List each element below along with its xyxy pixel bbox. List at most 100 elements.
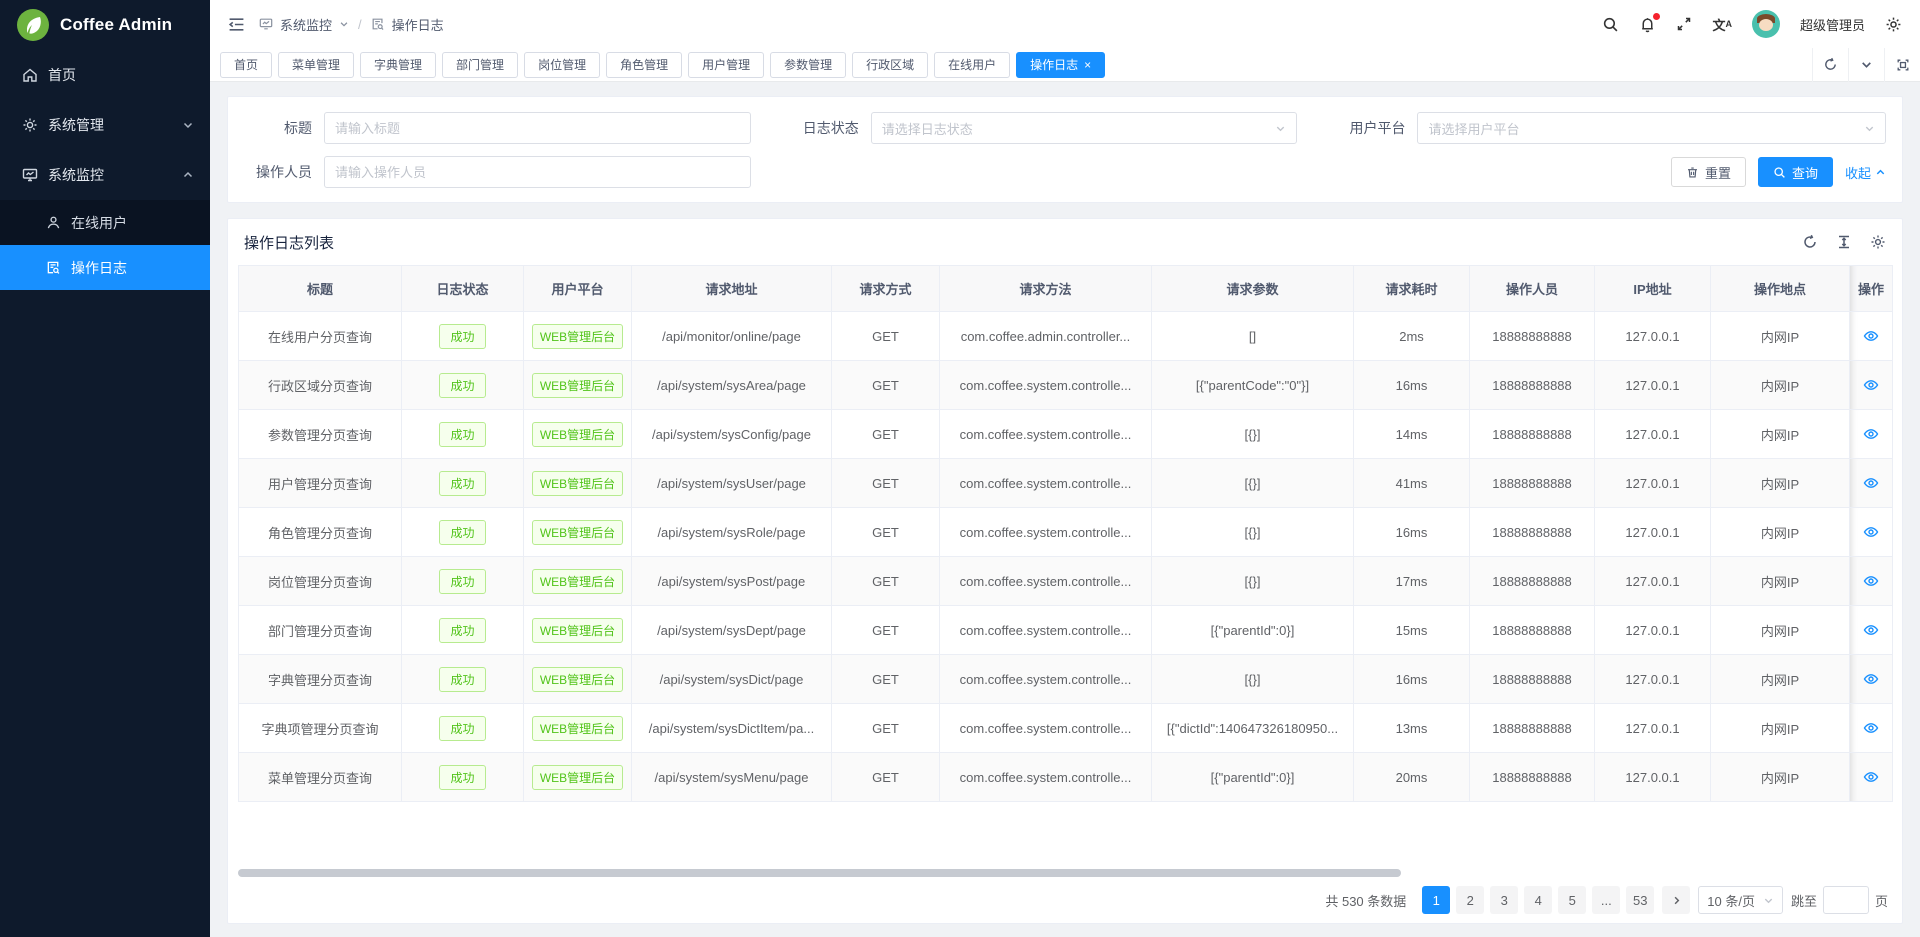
status-badge: 成功	[439, 569, 485, 594]
table-row: 参数管理分页查询成功WEB管理后台/api/system/sysConfig/p…	[239, 410, 1893, 459]
cell-method: GET	[832, 459, 940, 508]
tab-2[interactable]: 字典管理	[360, 52, 436, 78]
cell-url: /api/system/sysConfig/page	[632, 410, 832, 459]
cell-params: [{}]	[1152, 557, 1354, 606]
cell-status: 成功	[402, 557, 524, 606]
cell-url: /api/system/sysMenu/page	[632, 753, 832, 802]
tab-0[interactable]: 首页	[220, 52, 272, 78]
tab-8[interactable]: 行政区域	[852, 52, 928, 78]
tabs-chevron-down-icon[interactable]	[1848, 48, 1884, 82]
cell-params: [{}]	[1152, 655, 1354, 704]
view-detail-eye-icon[interactable]	[1863, 769, 1879, 785]
tab-5[interactable]: 角色管理	[606, 52, 682, 78]
pagination: 共 530 条数据 12345...53 10 条/页 跳至 页	[228, 877, 1902, 923]
tab-1[interactable]: 菜单管理	[278, 52, 354, 78]
sidebar-item-system-monitor[interactable]: 系统监控	[0, 150, 210, 200]
reset-button[interactable]: 重置	[1671, 157, 1746, 187]
breadcrumb-level1[interactable]: 系统监控	[280, 15, 332, 34]
log-status-select[interactable]: 请选择日志状态	[871, 112, 1298, 144]
settings-gear-icon[interactable]	[1885, 16, 1902, 33]
view-detail-eye-icon[interactable]	[1863, 426, 1879, 442]
tab-bar: 首页菜单管理字典管理部门管理岗位管理角色管理用户管理参数管理行政区域 在线用户 操作…	[210, 48, 1920, 82]
sidebar-item-online-users[interactable]: 在线用户	[0, 200, 210, 245]
table-refresh-icon[interactable]	[1802, 234, 1818, 250]
user-platform-select[interactable]: 请选择用户平台	[1417, 112, 1886, 144]
cell-url: /api/system/sysRole/page	[632, 508, 832, 557]
translate-icon[interactable]: 文A	[1712, 15, 1732, 34]
table-row: 部门管理分页查询成功WEB管理后台/api/system/sysDept/pag…	[239, 606, 1893, 655]
view-detail-eye-icon[interactable]	[1863, 524, 1879, 540]
row-density-icon[interactable]	[1836, 234, 1852, 250]
cell-platform: WEB管理后台	[524, 704, 632, 753]
page-button-4[interactable]: 4	[1524, 886, 1552, 914]
column-header-0: 标题	[239, 266, 402, 312]
table-row: 岗位管理分页查询成功WEB管理后台/api/system/sysPost/pag…	[239, 557, 1893, 606]
sidebar-item-home[interactable]: 首页	[0, 50, 210, 100]
tab-close-icon[interactable]: ×	[1084, 59, 1091, 71]
view-detail-eye-icon[interactable]	[1863, 475, 1879, 491]
cell-location: 内网IP	[1711, 606, 1850, 655]
tab-3[interactable]: 部门管理	[442, 52, 518, 78]
breadcrumb-chevron-down-icon[interactable]	[339, 19, 349, 29]
tab-6[interactable]: 用户管理	[688, 52, 764, 78]
cell-operator: 18888888888	[1470, 508, 1595, 557]
horizontal-scrollbar[interactable]	[238, 869, 1401, 877]
query-button[interactable]: 查询	[1758, 157, 1833, 187]
cell-handler: com.coffee.system.controlle...	[940, 508, 1152, 557]
cell-title: 字典管理分页查询	[239, 655, 402, 704]
view-detail-eye-icon[interactable]	[1863, 377, 1879, 393]
page-button-1[interactable]: 1	[1422, 886, 1450, 914]
notification-bell-icon[interactable]	[1639, 16, 1656, 33]
sidebar-item-label: 首页	[48, 65, 194, 85]
tabs-refresh-icon[interactable]	[1812, 48, 1848, 82]
user-name[interactable]: 超级管理员	[1800, 15, 1865, 34]
status-badge: 成功	[439, 716, 485, 741]
operator-input[interactable]	[335, 165, 740, 180]
search-icon[interactable]	[1602, 16, 1619, 33]
cell-status: 成功	[402, 312, 524, 361]
view-detail-eye-icon[interactable]	[1863, 720, 1879, 736]
cell-method: GET	[832, 557, 940, 606]
page-button-2[interactable]: 2	[1456, 886, 1484, 914]
cell-status: 成功	[402, 655, 524, 704]
view-detail-eye-icon[interactable]	[1863, 671, 1879, 687]
cell-params: [{}]	[1152, 410, 1354, 459]
page-button-5[interactable]: 5	[1558, 886, 1586, 914]
tab-10[interactable]: 操作日志×	[1016, 52, 1105, 78]
tab-4[interactable]: 岗位管理	[524, 52, 600, 78]
jump-to-page-input[interactable]	[1823, 886, 1869, 914]
page-size-select[interactable]: 10 条/页	[1698, 886, 1783, 914]
fullscreen-icon[interactable]	[1676, 16, 1692, 32]
tab-9[interactable]: 在线用户	[934, 52, 1010, 78]
breadcrumb-level2: 操作日志	[392, 15, 444, 34]
page-button-3[interactable]: 3	[1490, 886, 1518, 914]
sidebar-item-system-management[interactable]: 系统管理	[0, 100, 210, 150]
app-logo[interactable]: Coffee Admin	[0, 0, 210, 50]
view-detail-eye-icon[interactable]	[1863, 622, 1879, 638]
view-detail-eye-icon[interactable]	[1863, 328, 1879, 344]
tab-bar-tabs: 首页菜单管理字典管理部门管理岗位管理角色管理用户管理参数管理行政区域 在线用户 操作…	[220, 52, 1812, 78]
cell-params: [{"parentCode":"0"}]	[1152, 361, 1354, 410]
search-icon	[1773, 166, 1786, 179]
view-detail-eye-icon[interactable]	[1863, 573, 1879, 589]
cell-status: 成功	[402, 361, 524, 410]
tabs-maximize-icon[interactable]	[1884, 48, 1920, 82]
title-input[interactable]	[335, 121, 740, 136]
sidebar-collapse-icon[interactable]	[228, 16, 245, 33]
page-ellipsis[interactable]: ...	[1592, 886, 1620, 914]
collapse-filter-link[interactable]: 收起	[1845, 163, 1886, 182]
avatar[interactable]	[1752, 10, 1780, 38]
cell-title: 菜单管理分页查询	[239, 753, 402, 802]
cell-method: GET	[832, 361, 940, 410]
tab-7[interactable]: 参数管理	[770, 52, 846, 78]
table-row: 用户管理分页查询成功WEB管理后台/api/system/sysUser/pag…	[239, 459, 1893, 508]
column-header-11: 操作	[1850, 266, 1893, 312]
column-settings-gear-icon[interactable]	[1870, 234, 1886, 250]
cell-operator: 18888888888	[1470, 557, 1595, 606]
page-button-53[interactable]: 53	[1626, 886, 1654, 914]
tab-label: 在线用户	[948, 56, 996, 73]
cell-ip: 127.0.0.1	[1595, 410, 1711, 459]
sidebar-item-operation-log[interactable]: 操作日志	[0, 245, 210, 290]
cell-title: 岗位管理分页查询	[239, 557, 402, 606]
next-page-button[interactable]	[1662, 886, 1690, 914]
